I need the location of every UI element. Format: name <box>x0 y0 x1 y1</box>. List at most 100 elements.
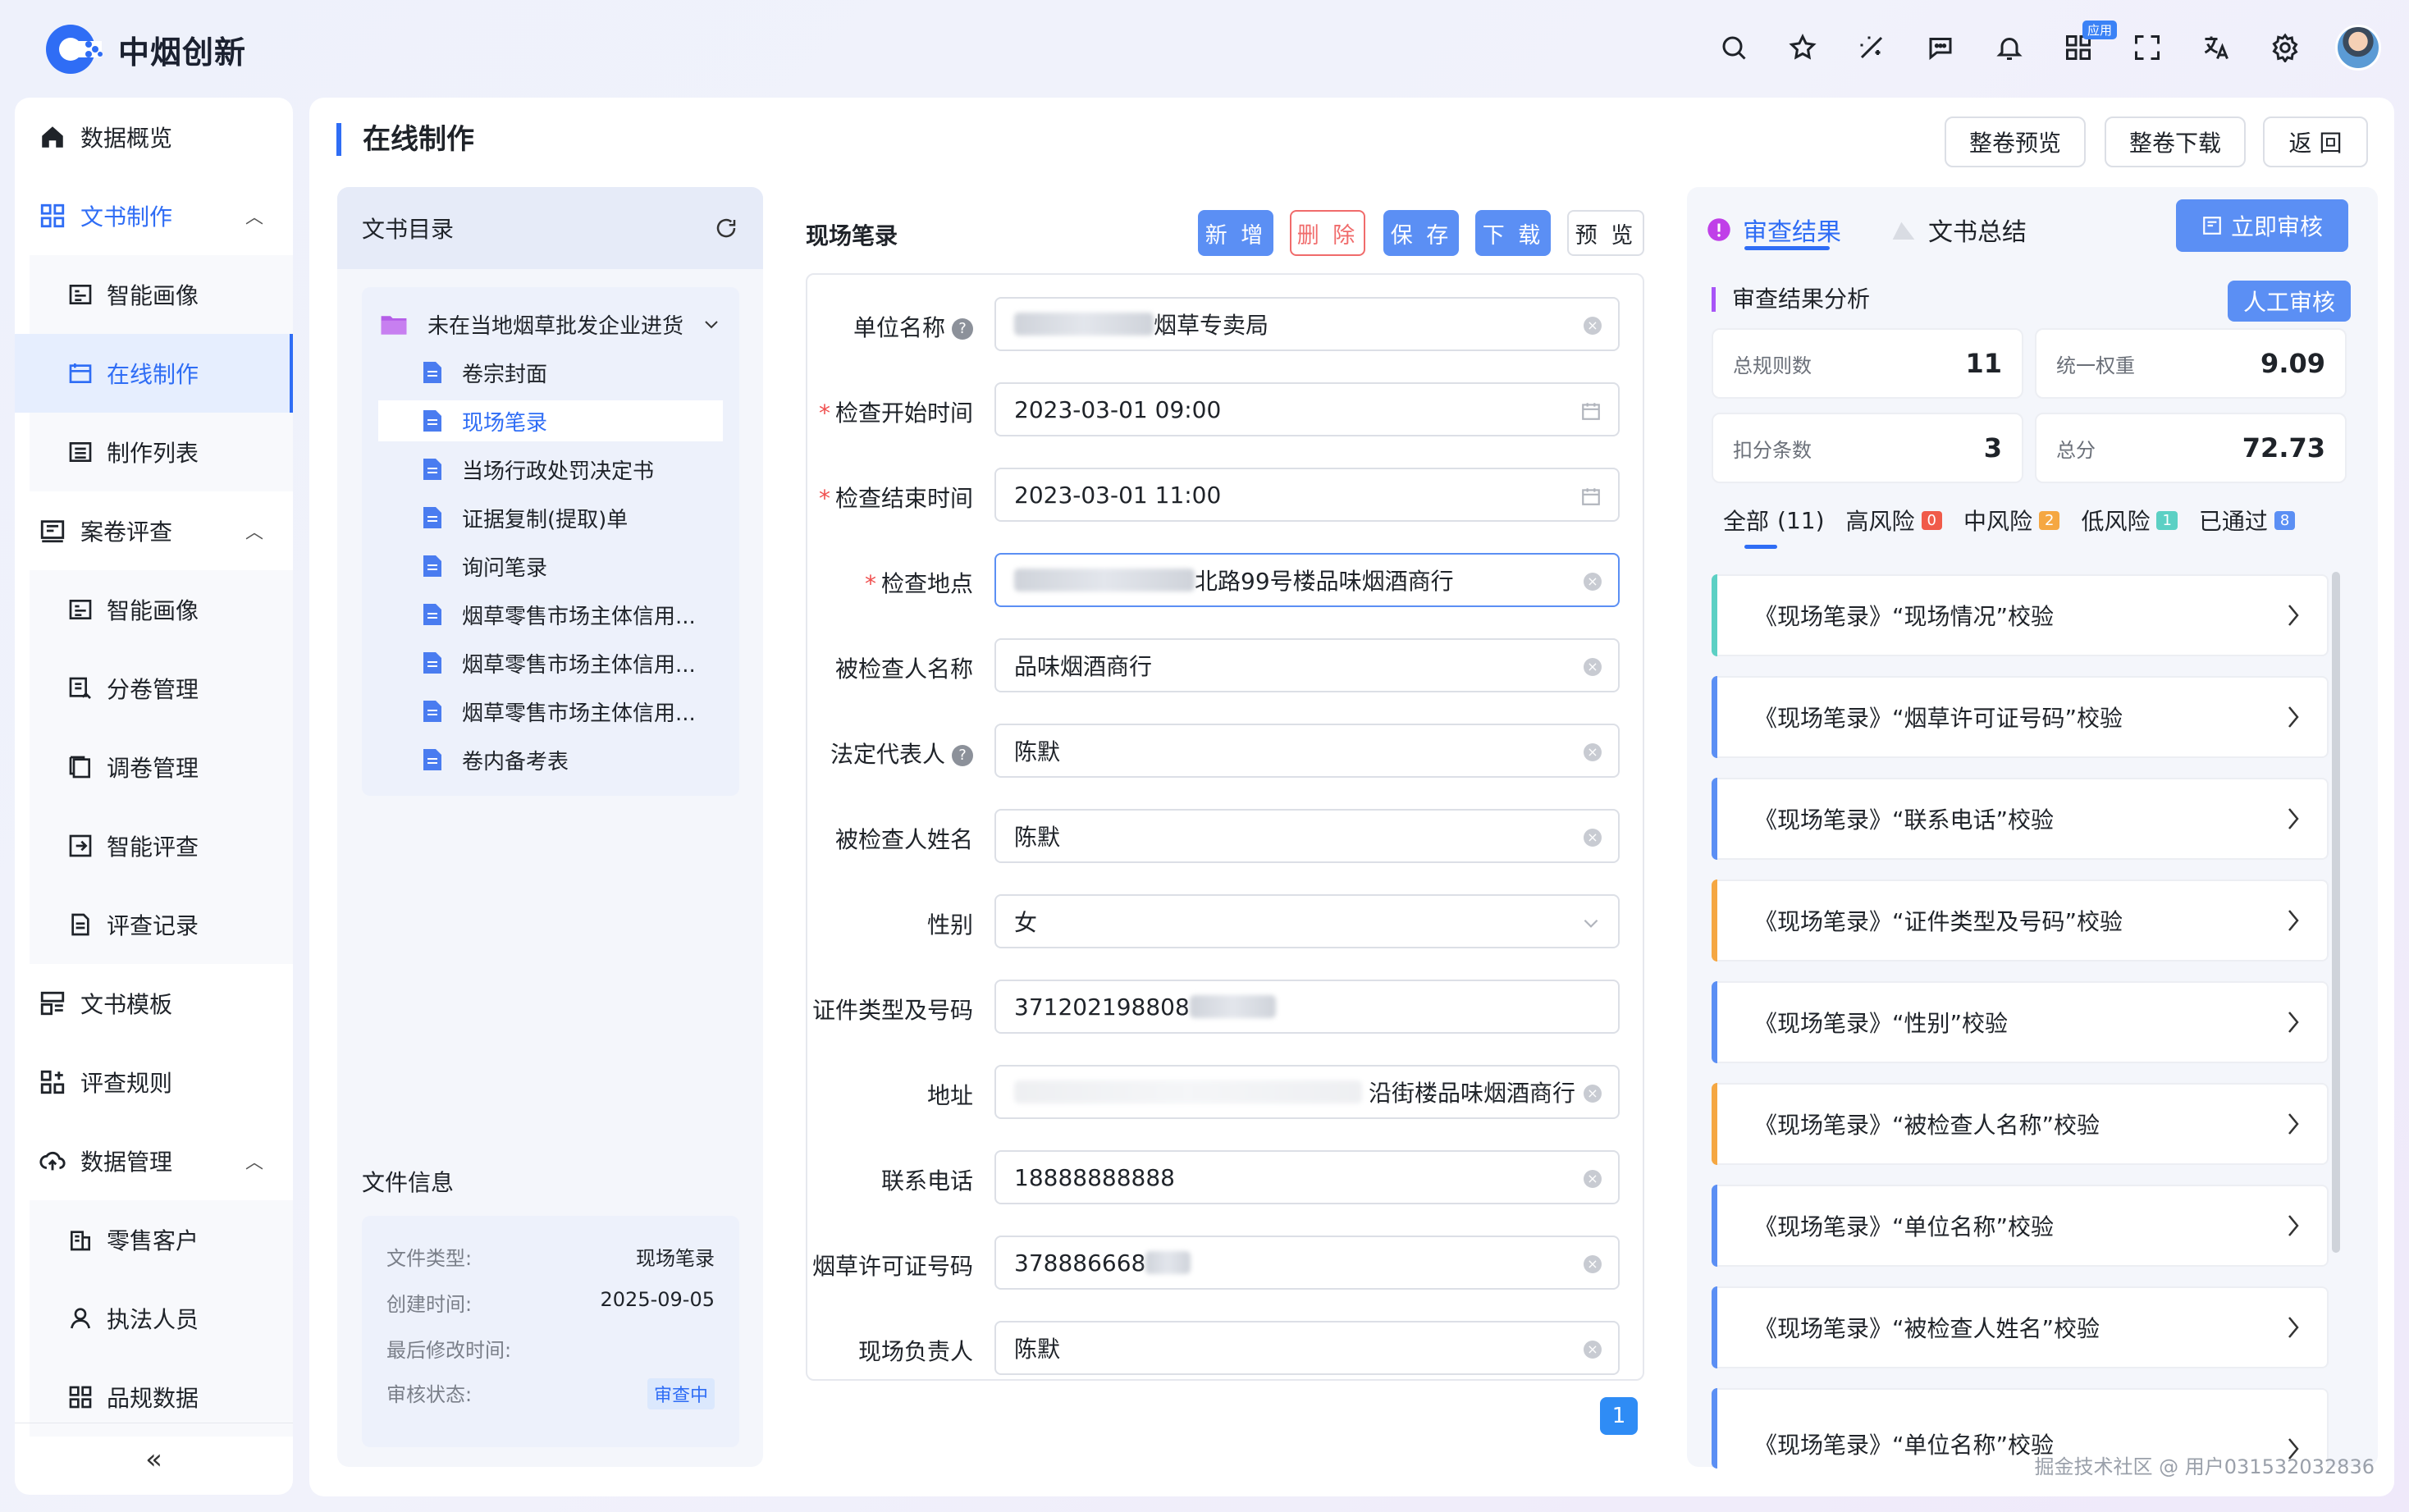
rules-scrollbar[interactable] <box>2332 572 2340 1253</box>
apps-icon[interactable]: 应用 <box>2059 21 2117 66</box>
tab-review-result[interactable]: 审查结果 <box>1707 212 1841 248</box>
id-number-field[interactable]: 371202198808 <box>994 980 1620 1034</box>
filter-low[interactable]: 低风险 1 <box>2081 504 2178 537</box>
help-icon[interactable]: ? <box>952 318 973 340</box>
tree-doc[interactable]: 当场行政处罚决定书 <box>362 449 739 490</box>
full-preview-button[interactable]: 整卷预览 <box>1945 116 2086 167</box>
sidebar-item-overview[interactable]: 数据概览 <box>15 98 293 176</box>
sidebar-item-retail[interactable]: 零售客户 <box>15 1200 293 1279</box>
magic-icon[interactable] <box>1853 29 1890 66</box>
rule-item[interactable]: 《现场笔录》“烟草许可证号码”校验 <box>1712 676 2329 758</box>
tree-doc[interactable]: 卷内备考表 <box>362 739 739 780</box>
pagination-page[interactable]: 1 <box>1600 1397 1638 1435</box>
sidebar-item-online-make[interactable]: 在线制作 <box>15 334 293 413</box>
tree-doc[interactable]: 卷宗封面 <box>362 352 739 393</box>
sidebar-collapse-button[interactable]: « <box>15 1423 293 1495</box>
sidebar-item-data-manage[interactable]: 数据管理 ︿ <box>15 1121 293 1200</box>
calendar-icon[interactable] <box>1580 486 1602 507</box>
search-icon[interactable] <box>1715 29 1753 66</box>
tree-doc[interactable]: 烟草零售市场主体信用... <box>362 594 739 635</box>
filter-mid[interactable]: 中风险 2 <box>1963 504 2060 537</box>
tab-doc-summary[interactable]: 文书总结 <box>1890 212 2027 248</box>
phone-field[interactable]: 18888888888 × <box>994 1150 1620 1204</box>
star-icon[interactable] <box>1784 29 1822 66</box>
sidebar-item-profile[interactable]: 智能画像 <box>15 255 293 334</box>
sidebar-item-transfer[interactable]: 调卷管理 <box>15 728 293 806</box>
tree-doc-selected[interactable]: 现场笔录 <box>378 400 723 441</box>
alert-icon <box>1707 217 1731 242</box>
full-download-button[interactable]: 整卷下载 <box>2105 116 2246 167</box>
filter-pass[interactable]: 已通过 8 <box>2199 504 2296 537</box>
analysis-title: 审查结果分析 <box>1712 287 1870 312</box>
save-button[interactable]: 保 存 <box>1383 210 1459 256</box>
sidebar-item-smart-review[interactable]: 智能评查 <box>15 806 293 885</box>
rule-item[interactable]: 《现场笔录》“单位名称”校验 <box>1712 1185 2329 1267</box>
rule-item[interactable]: 《现场笔录》“现场情况”校验 <box>1712 574 2329 656</box>
manual-review-button[interactable]: 人工审核 <box>2228 281 2351 322</box>
sidebar-item-template[interactable]: 文书模板 <box>15 964 293 1043</box>
clear-icon[interactable]: × <box>1584 573 1602 591</box>
clear-icon[interactable]: × <box>1584 829 1602 847</box>
rule-item[interactable]: 《现场笔录》“联系电话”校验 <box>1712 778 2329 860</box>
filter-high[interactable]: 高风险 0 <box>1846 504 1942 537</box>
sidebar-item-review-record[interactable]: 评查记录 <box>15 885 293 964</box>
download-button[interactable]: 下 载 <box>1475 210 1551 256</box>
sidebar-item-profile-2[interactable]: 智能画像 <box>15 570 293 649</box>
clear-icon[interactable]: × <box>1584 1341 1602 1359</box>
stat-total-rules: 总规则数 11 <box>1712 328 2023 399</box>
sidebar-item-split[interactable]: 分卷管理 <box>15 649 293 728</box>
rule-item[interactable]: 《现场笔录》“被检查人姓名”校验 <box>1712 1286 2329 1368</box>
preview-button[interactable]: 预 览 <box>1567 210 1644 256</box>
help-icon[interactable]: ? <box>952 745 973 766</box>
tree-folder[interactable]: 未在当地烟草批发企业进货 <box>362 304 739 345</box>
doc-icon <box>423 652 441 674</box>
rule-item[interactable]: 《现场笔录》“性别”校验 <box>1712 981 2329 1063</box>
tree-doc[interactable]: 烟草零售市场主体信用... <box>362 691 739 732</box>
avatar[interactable] <box>2335 25 2381 71</box>
calendar-icon[interactable] <box>1580 400 1602 422</box>
rule-item[interactable]: 《现场笔录》“被检查人名称”校验 <box>1712 1083 2329 1165</box>
bell-icon[interactable] <box>1991 29 2028 66</box>
data-icon <box>64 1381 97 1414</box>
clear-icon[interactable]: × <box>1584 1085 1602 1103</box>
unit-name-field[interactable]: 烟草专卖局 × <box>994 297 1620 351</box>
start-time-field[interactable]: 2023-03-01 09:00 <box>994 382 1620 436</box>
sidebar-item-case-review[interactable]: 案卷评查 ︿ <box>15 491 293 570</box>
legal-rep-field[interactable]: 陈默 × <box>994 724 1620 778</box>
refresh-icon[interactable] <box>714 216 738 240</box>
location-field[interactable]: 北路99号楼品味烟酒商行 × <box>994 553 1620 607</box>
sidebar-item-make-list[interactable]: 制作列表 <box>15 413 293 491</box>
tree-doc[interactable]: 烟草零售市场主体信用... <box>362 642 739 683</box>
tree-doc[interactable]: 证据复制(提取)单 <box>362 497 739 538</box>
add-button[interactable]: 新 增 <box>1198 210 1273 256</box>
tree-doc[interactable]: 询问笔录 <box>362 546 739 587</box>
sidebar-item-staff[interactable]: 执法人员 <box>15 1279 293 1358</box>
clear-icon[interactable]: × <box>1584 317 1602 335</box>
file-info-box: 文件类型: 现场笔录 创建时间: 2025-09-05 最后修改时间: 审核状态: 审… <box>362 1216 739 1447</box>
translate-icon[interactable] <box>2197 29 2235 66</box>
clear-icon[interactable]: × <box>1584 1255 1602 1273</box>
form-row-location: * 检查地点 北路99号楼品味烟酒商行 × <box>806 553 1644 607</box>
delete-button[interactable]: 删 除 <box>1290 210 1365 256</box>
clear-icon[interactable]: × <box>1584 1170 1602 1188</box>
license-field[interactable]: 378886668 × <box>994 1236 1620 1290</box>
on-site-person-field[interactable]: 陈默 × <box>994 1321 1620 1375</box>
rule-item[interactable]: 《现场笔录》“证件类型及号码”校验 <box>1712 879 2329 962</box>
case-icon <box>36 514 69 547</box>
filter-all[interactable]: 全部 (11) <box>1723 504 1825 537</box>
sidebar-item-rules[interactable]: 评查规则 <box>15 1043 293 1121</box>
audit-now-button[interactable]: 立即审核 <box>2176 199 2348 252</box>
inspected-name-field[interactable]: 品味烟酒商行 × <box>994 638 1620 692</box>
end-time-field[interactable]: 2023-03-01 11:00 <box>994 468 1620 522</box>
sidebar-item-doc-make[interactable]: 文书制作 ︿ <box>15 176 293 255</box>
settings-icon[interactable] <box>2266 29 2304 66</box>
back-button[interactable]: 返 回 <box>2263 116 2368 167</box>
chat-icon[interactable] <box>1922 29 1959 66</box>
top-toolbar: 应用 <box>1715 21 2381 71</box>
clear-icon[interactable]: × <box>1584 743 1602 761</box>
fullscreen-icon[interactable] <box>2128 29 2166 66</box>
inspected-person-field[interactable]: 陈默 × <box>994 809 1620 863</box>
address-field[interactable]: 沿街楼品味烟酒商行 × <box>994 1065 1620 1119</box>
clear-icon[interactable]: × <box>1584 658 1602 676</box>
gender-select[interactable]: 女 <box>994 894 1620 948</box>
